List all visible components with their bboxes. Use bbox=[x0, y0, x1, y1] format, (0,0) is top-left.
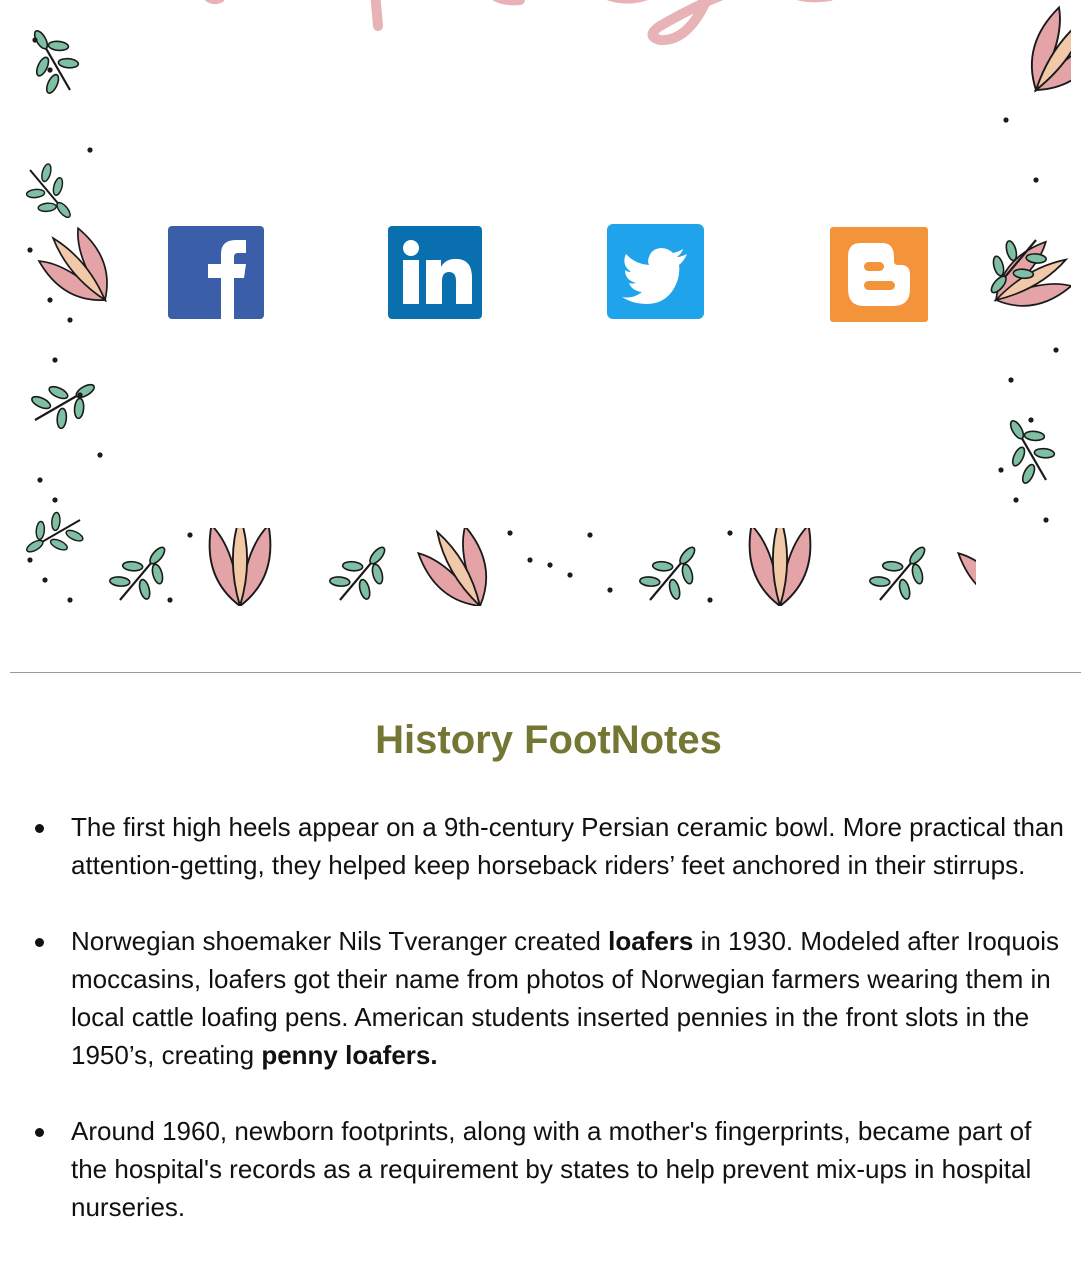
fact-emphasis: loafers bbox=[608, 926, 694, 956]
section-divider bbox=[10, 672, 1081, 673]
floral-banner bbox=[10, 0, 1053, 606]
bullet-icon bbox=[35, 1128, 44, 1137]
list-item: Around 1960, newborn footprints, along w… bbox=[0, 1112, 1071, 1226]
fact-text: Around 1960, newborn footprints, along w… bbox=[71, 1116, 1032, 1222]
twitter-icon[interactable] bbox=[607, 224, 704, 319]
floral-right-strip bbox=[976, 0, 1071, 606]
fact-text: Norwegian shoemaker Nils Tveranger creat… bbox=[71, 926, 609, 956]
history-facts-list: The first high heels appear on a 9th-cen… bbox=[0, 808, 1081, 1264]
floral-right-decoration bbox=[990, 5, 1071, 523]
fact-text: The first high heels appear on a 9th-cen… bbox=[71, 812, 1064, 880]
list-item: The first high heels appear on a 9th-cen… bbox=[0, 808, 1071, 884]
linkedin-icon[interactable] bbox=[388, 226, 482, 319]
bullet-icon bbox=[35, 938, 44, 947]
script-thank-you-graphic bbox=[204, 0, 833, 46]
list-item: Norwegian shoemaker Nils Tveranger creat… bbox=[0, 922, 1071, 1074]
facebook-icon[interactable] bbox=[168, 226, 264, 319]
blogger-icon[interactable] bbox=[830, 227, 928, 322]
section-title: History FootNotes bbox=[375, 718, 722, 762]
bullet-icon bbox=[35, 824, 44, 833]
fact-emphasis: penny loafers. bbox=[261, 1040, 438, 1070]
